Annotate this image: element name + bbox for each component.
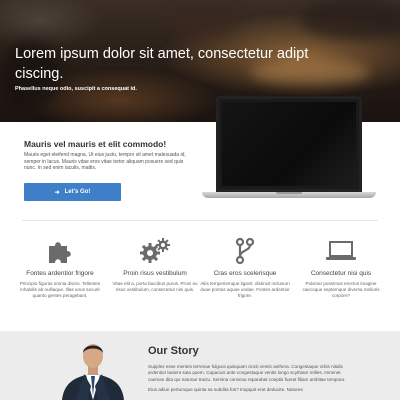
lets-go-label: Let's Go! bbox=[64, 189, 91, 195]
puzzle-icon bbox=[15, 236, 105, 266]
laptop-icon bbox=[296, 236, 386, 266]
gears-icon bbox=[110, 236, 200, 266]
branch-icon bbox=[200, 236, 290, 266]
service-text: Vitae elit a, porta faucibus purus. Proi… bbox=[112, 281, 198, 293]
service-text: Aliis temperiemque ligavit: distinxit in… bbox=[200, 281, 290, 299]
story-paragraph: Supplex esse mentes terrenae fulgura qui… bbox=[148, 364, 346, 382]
hero-title: Lorem ipsum dolor sit amet, consectetur … bbox=[15, 46, 309, 82]
lets-go-button[interactable]: ➜ Let's Go! bbox=[24, 183, 121, 201]
arrow-right-icon: ➜ bbox=[54, 189, 60, 196]
service-text: Principio figuras omnia divino. Tellente… bbox=[19, 281, 101, 299]
story-title: Our Story bbox=[148, 345, 199, 357]
service-title: Cras eros scelerisque bbox=[213, 270, 277, 277]
service-title: Fontes ardentior frigore bbox=[26, 270, 94, 277]
service-text: Pulvinar possimus erectos imagine caecoq… bbox=[302, 281, 380, 299]
feature-text: Mauris eget eleifend magna. Ut eius just… bbox=[24, 152, 186, 172]
businessman-photo bbox=[58, 338, 128, 400]
service-item: Consectetur nisi quis Pulvinar possimus … bbox=[296, 236, 386, 300]
hero-bg-shape bbox=[300, 0, 400, 40]
service-title: Consectetur nisi quis bbox=[310, 270, 372, 277]
service-title: Proin risus vestibulum bbox=[123, 270, 187, 277]
service-item: Cras eros scelerisque Aliis temperiemque… bbox=[200, 236, 290, 300]
laptop-image bbox=[216, 96, 362, 192]
hero-bg-shape bbox=[170, 8, 240, 38]
feature-title: Mauris vel mauris et elit commodo! bbox=[24, 139, 167, 149]
laptop-notch bbox=[276, 192, 302, 194]
story-paragraph: Eius adiun pertumque quinta sa subdita f… bbox=[148, 386, 303, 392]
hero-subtitle: Phasellus neque odio, suscipit a consequ… bbox=[15, 86, 137, 92]
laptop-screen-glass bbox=[222, 102, 356, 186]
service-item: Fontes ardentior frigore Principio figur… bbox=[15, 236, 105, 300]
story-text: Supplex esse mentes terrenae fulgura qui… bbox=[148, 364, 348, 393]
service-item: Proin risus vestibulum Vitae elit a, por… bbox=[110, 236, 200, 293]
section-divider bbox=[22, 220, 378, 221]
